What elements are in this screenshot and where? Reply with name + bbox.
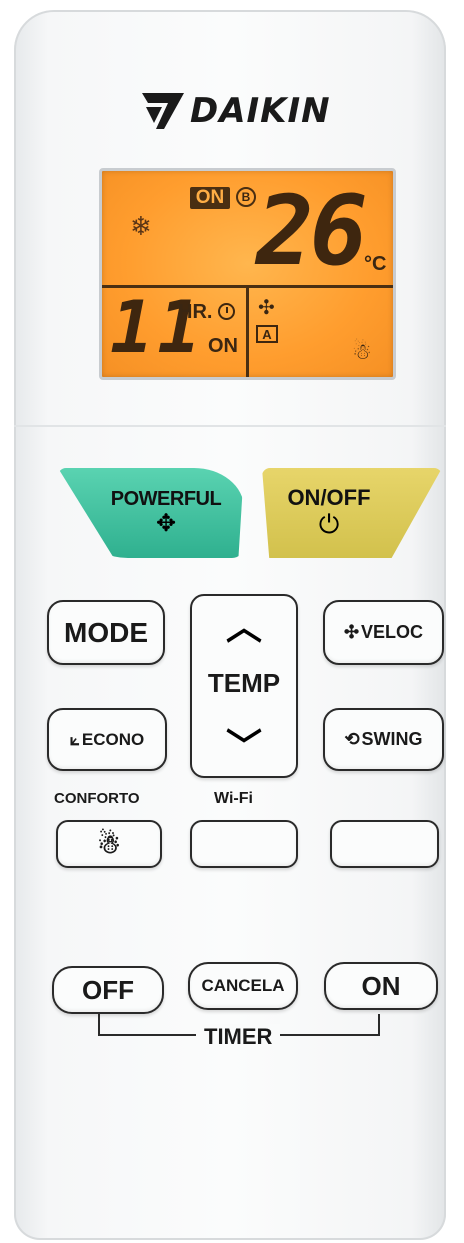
timer-on-label: ON [361, 970, 401, 1001]
lcd-display: ON B ❄ 26 °C 11 HR. ON ✣ A ☃ [99, 168, 396, 380]
econo-icon: ⟀ [69, 729, 80, 749]
swing-icon: ⟲ [344, 729, 360, 749]
timer-on-button[interactable]: ON [324, 962, 438, 1010]
econo-button[interactable]: ⟀ ECONO [47, 708, 167, 771]
timer-state: ON [208, 335, 238, 357]
timer-cancel-button[interactable]: CANCELA [188, 962, 298, 1010]
brand-logo: DAIKIN [142, 90, 331, 132]
status-badge: ON [190, 187, 230, 209]
temp-rocker: ︿ TEMP ﹀ [190, 594, 298, 778]
temp-label: TEMP [207, 668, 281, 698]
comfort-button[interactable]: ☃ [56, 820, 162, 868]
chevron-down-icon: ﹀ [225, 726, 262, 767]
econo-label: ECONO [81, 729, 145, 749]
blank-button[interactable] [330, 820, 439, 868]
swing-button[interactable]: ⟲ SWING [323, 708, 444, 771]
fan-icon: ✣ [258, 297, 275, 319]
comfort-person-icon: ☃ [97, 828, 121, 859]
fan-icon: ✣ [343, 622, 360, 642]
timer-group-label: TIMER [196, 1024, 281, 1050]
temperature-readout: 26 [256, 175, 368, 287]
snowflake-icon: ❄ [130, 211, 152, 241]
case-seam [14, 425, 446, 427]
temperature-unit: °C [364, 253, 387, 275]
power-label: ON/OFF [287, 485, 371, 510]
power-icon: ⏻ [318, 509, 340, 539]
powerful-icon: ✥ [155, 510, 177, 537]
daikin-logo-mark-icon [142, 93, 184, 129]
timer-unit: HR. [178, 301, 213, 323]
chevron-up-icon: ︿ [225, 606, 262, 647]
brand-name: DAIKIN [190, 91, 331, 131]
fan-mode-indicator: A [256, 325, 278, 343]
timer-cancel-label: CANCELA [201, 976, 285, 995]
wifi-label: Wi-Fi [214, 790, 253, 807]
lcd-divider-vertical [246, 285, 249, 377]
temp-up-button[interactable]: ︿ [192, 598, 296, 650]
temp-down-button[interactable]: ﹀ [192, 718, 296, 770]
circle-indicator-icon: B [236, 187, 256, 207]
wifi-button[interactable] [190, 820, 298, 868]
fan-speed-label: VELOC [361, 622, 424, 642]
conforto-label: CONFORTO [54, 790, 140, 807]
fan-speed-button[interactable]: ✣ VELOC [323, 600, 444, 665]
mode-button[interactable]: MODE [47, 600, 165, 665]
timer-off-button[interactable]: OFF [52, 966, 164, 1014]
clock-icon [218, 303, 235, 320]
swing-label: SWING [361, 729, 423, 749]
comfort-person-icon: ☃ [352, 339, 372, 364]
timer-off-label: OFF [82, 974, 134, 1005]
powerful-label: POWERFUL [110, 488, 222, 510]
mode-label: MODE [64, 616, 148, 648]
